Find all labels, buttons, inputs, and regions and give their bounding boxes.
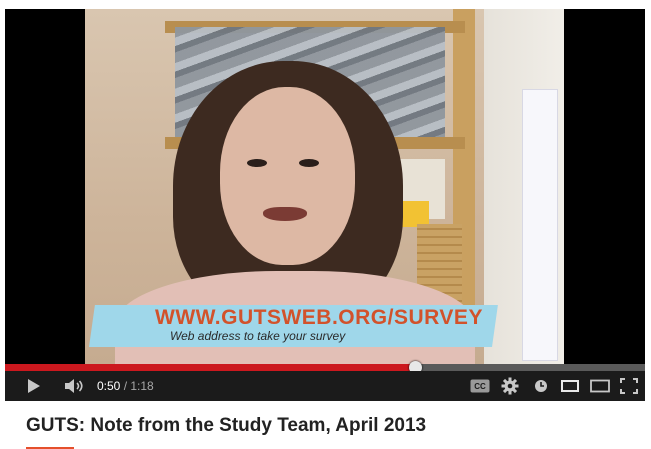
volume-icon <box>65 379 83 393</box>
time-separator: / <box>120 379 131 393</box>
play-button[interactable] <box>23 376 45 396</box>
fullscreen-button[interactable] <box>618 376 640 396</box>
time-display: 0:50 / 1:18 <box>97 379 154 393</box>
large-player-icon <box>590 379 610 393</box>
captions-button[interactable]: CC <box>469 376 491 396</box>
video-frame[interactable]: WWW.GUTSWEB.ORG/SURVEY Web address to ta… <box>5 9 645 364</box>
watch-later-button[interactable] <box>530 376 552 396</box>
play-icon <box>28 379 40 393</box>
progress-bar[interactable] <box>5 361 645 374</box>
video-title: GUTS: Note from the Study Team, April 20… <box>26 415 427 436</box>
watch-later-icon <box>535 380 547 392</box>
current-time: 0:50 <box>97 379 121 393</box>
gear-icon <box>501 377 519 395</box>
large-player-button[interactable] <box>589 376 611 396</box>
progress-fill <box>5 364 416 371</box>
duration: 1:18 <box>130 379 154 393</box>
svg-text:CC: CC <box>474 382 486 391</box>
volume-button[interactable] <box>63 376 87 396</box>
video-player[interactable]: WWW.GUTSWEB.ORG/SURVEY Web address to ta… <box>5 9 645 401</box>
survey-url-subcaption: Web address to take your survey <box>170 329 346 343</box>
cc-icon: CC <box>470 379 490 393</box>
survey-url-caption: WWW.GUTSWEB.ORG/SURVEY <box>155 306 483 329</box>
small-player-icon <box>561 380 579 392</box>
fullscreen-icon <box>620 378 638 394</box>
player-controls: 0:50 / 1:18 CC <box>5 371 645 401</box>
small-player-button[interactable] <box>559 376 581 396</box>
settings-button[interactable] <box>499 376 521 396</box>
